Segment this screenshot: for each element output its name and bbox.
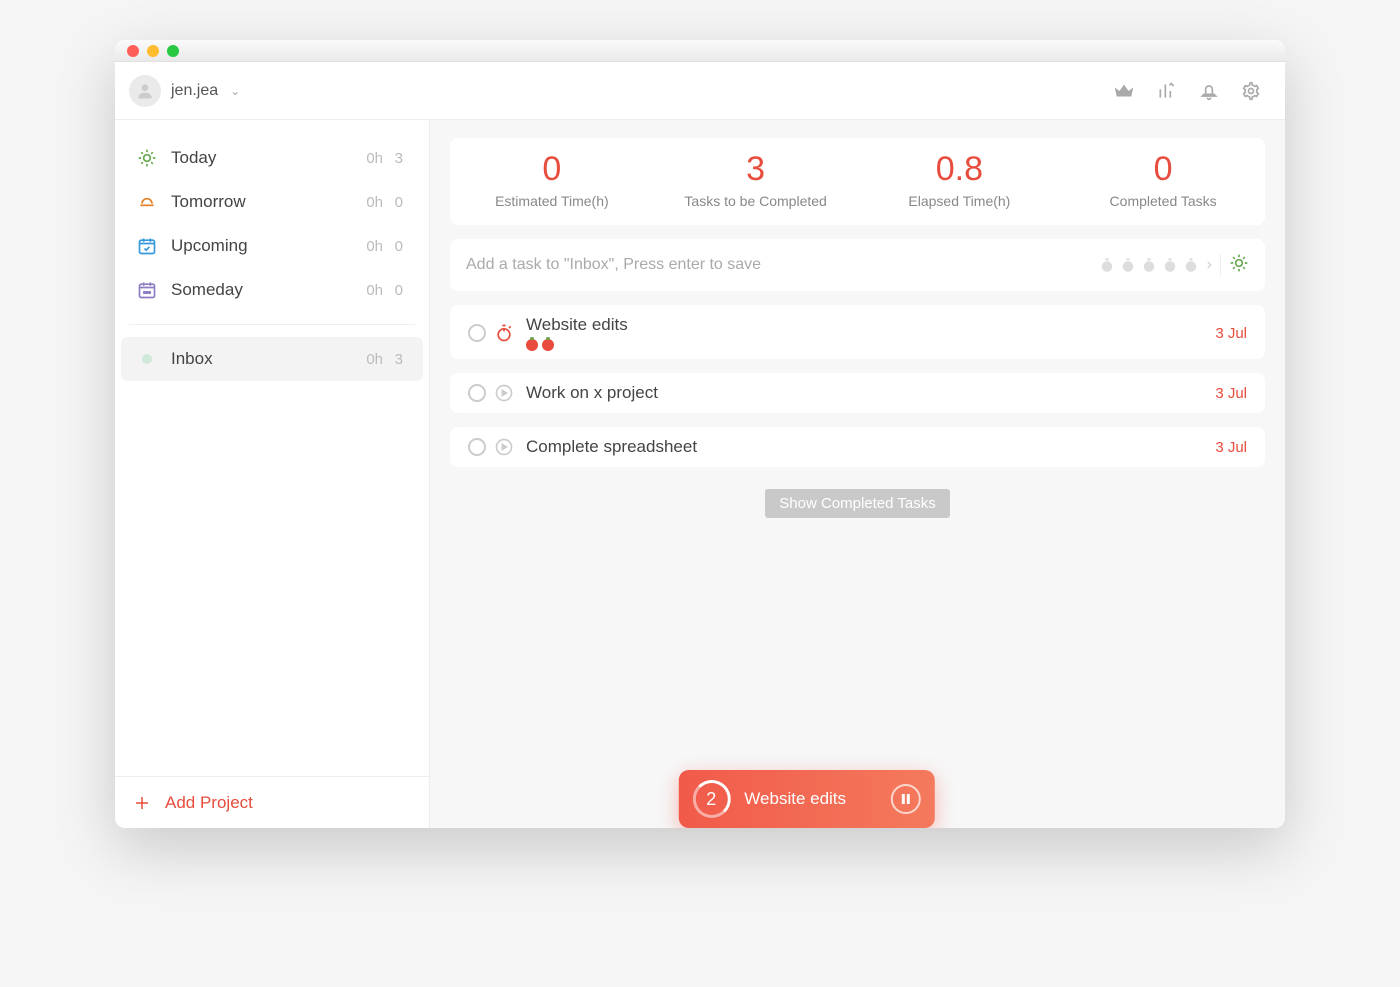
stat-label: Completed Tasks [1061, 193, 1265, 209]
sidebar-item-count: 0 [383, 238, 403, 255]
sidebar-item-hours: 0h [349, 351, 383, 368]
stat-value: 3 [654, 150, 858, 189]
sidebar-item-count: 3 [383, 150, 403, 167]
task-row[interactable]: Work on x project 3 Jul [450, 373, 1265, 413]
sidebar-item-hours: 0h [349, 194, 383, 211]
stats-icon[interactable] [1157, 81, 1177, 101]
user-menu-button[interactable]: jen.jea ⌄ [129, 75, 240, 107]
task-date: 3 Jul [1215, 385, 1247, 402]
sidebar-item-hours: 0h [349, 282, 383, 299]
sidebar-item-inbox[interactable]: Inbox 0h 3 [121, 337, 423, 381]
stat-elapsed-time: 0.8 Elapsed Time(h) [858, 150, 1062, 209]
maximize-window-button[interactable] [167, 45, 179, 57]
stat-value: 0 [1061, 150, 1265, 189]
task-content: Complete spreadsheet [526, 437, 1215, 457]
sidebar-item-count: 3 [383, 351, 403, 368]
minimize-window-button[interactable] [147, 45, 159, 57]
sidebar-item-label: Today [171, 148, 349, 168]
add-project-button[interactable]: Add Project [115, 776, 429, 828]
sidebar-item-hours: 0h [349, 238, 383, 255]
pause-button[interactable] [890, 784, 920, 814]
sidebar-item-upcoming[interactable]: Upcoming 0h 0 [121, 224, 423, 268]
sidebar-item-someday[interactable]: Someday 0h 0 [121, 268, 423, 312]
sidebar-item-today[interactable]: Today 0h 3 [121, 136, 423, 180]
sidebar-item-label: Tomorrow [171, 192, 349, 212]
window-titlebar [115, 40, 1285, 62]
task-date: 3 Jul [1215, 325, 1247, 342]
task-date: 3 Jul [1215, 439, 1247, 456]
timer-widget[interactable]: 2 Website edits [678, 770, 934, 828]
sidebar-item-count: 0 [383, 282, 403, 299]
chevron-down-icon: ⌄ [230, 84, 240, 98]
tomato-icon [542, 339, 554, 351]
sun-icon [135, 148, 159, 168]
stat-label: Elapsed Time(h) [858, 193, 1062, 209]
task-checkbox[interactable] [468, 438, 486, 456]
sunset-icon [135, 192, 159, 212]
sidebar-item-hours: 0h [349, 150, 383, 167]
stopwatch-icon [1161, 256, 1179, 274]
sidebar-item-count: 0 [383, 194, 403, 211]
stat-value: 0 [450, 150, 654, 189]
sidebar: Today 0h 3 Tomorrow 0h 0 Upcoming 0h 0 [115, 120, 430, 828]
stat-estimated-time: 0 Estimated Time(h) [450, 150, 654, 209]
sidebar-item-label: Someday [171, 280, 349, 300]
sidebar-item-tomorrow[interactable]: Tomorrow 0h 0 [121, 180, 423, 224]
task-title: Website edits [526, 315, 1215, 335]
app-body: Today 0h 3 Tomorrow 0h 0 Upcoming 0h 0 [115, 120, 1285, 828]
app-window: jen.jea ⌄ Today 0h [115, 40, 1285, 828]
sidebar-divider [129, 324, 415, 325]
task-content: Website edits [526, 315, 1215, 351]
topbar: jen.jea ⌄ [115, 62, 1285, 120]
stopwatch-icon [1182, 256, 1200, 274]
add-task-bar: › [450, 239, 1265, 291]
play-icon[interactable] [494, 383, 514, 403]
task-checkbox[interactable] [468, 324, 486, 342]
crown-icon[interactable] [1113, 80, 1135, 102]
timer-task-label: Website edits [744, 789, 890, 809]
stat-value: 0.8 [858, 150, 1062, 189]
pomodoro-estimate-picker[interactable]: › [1098, 256, 1212, 274]
due-today-icon[interactable] [1229, 253, 1249, 278]
stat-label: Tasks to be Completed [654, 193, 858, 209]
task-title: Complete spreadsheet [526, 437, 1215, 457]
task-checkbox[interactable] [468, 384, 486, 402]
bell-icon[interactable] [1199, 81, 1219, 101]
play-icon[interactable] [494, 437, 514, 457]
show-completed-button[interactable]: Show Completed Tasks [765, 489, 949, 518]
close-window-button[interactable] [127, 45, 139, 57]
stopwatch-icon [1119, 256, 1137, 274]
stat-tasks-to-complete: 3 Tasks to be Completed [654, 150, 858, 209]
gear-icon[interactable] [1241, 81, 1261, 101]
avatar [129, 75, 161, 107]
plus-icon [133, 794, 151, 812]
calendar-check-icon [135, 236, 159, 256]
stopwatch-icon [1140, 256, 1158, 274]
pause-icon [900, 794, 910, 804]
calendar-ellipsis-icon [135, 280, 159, 300]
pomodoro-count [526, 339, 1215, 351]
username-label: jen.jea [171, 82, 218, 100]
stopwatch-icon[interactable] [494, 323, 514, 343]
chevron-right-icon: › [1207, 256, 1212, 274]
divider [1220, 254, 1221, 276]
main-content: 0 Estimated Time(h) 3 Tasks to be Comple… [430, 120, 1285, 828]
stat-label: Estimated Time(h) [450, 193, 654, 209]
stat-completed-tasks: 0 Completed Tasks [1061, 150, 1265, 209]
sidebar-item-label: Upcoming [171, 236, 349, 256]
add-task-input[interactable] [466, 256, 1098, 274]
sidebar-item-label: Inbox [171, 349, 349, 369]
timer-countdown: 2 [692, 780, 730, 818]
task-title: Work on x project [526, 383, 1215, 403]
task-row[interactable]: Complete spreadsheet 3 Jul [450, 427, 1265, 467]
task-row[interactable]: Website edits 3 Jul [450, 305, 1265, 359]
dot-icon [135, 354, 159, 364]
topbar-actions [1113, 80, 1261, 102]
add-project-label: Add Project [165, 793, 253, 813]
stats-card: 0 Estimated Time(h) 3 Tasks to be Comple… [450, 138, 1265, 225]
stopwatch-icon [1098, 256, 1116, 274]
tomato-icon [526, 339, 538, 351]
task-content: Work on x project [526, 383, 1215, 403]
